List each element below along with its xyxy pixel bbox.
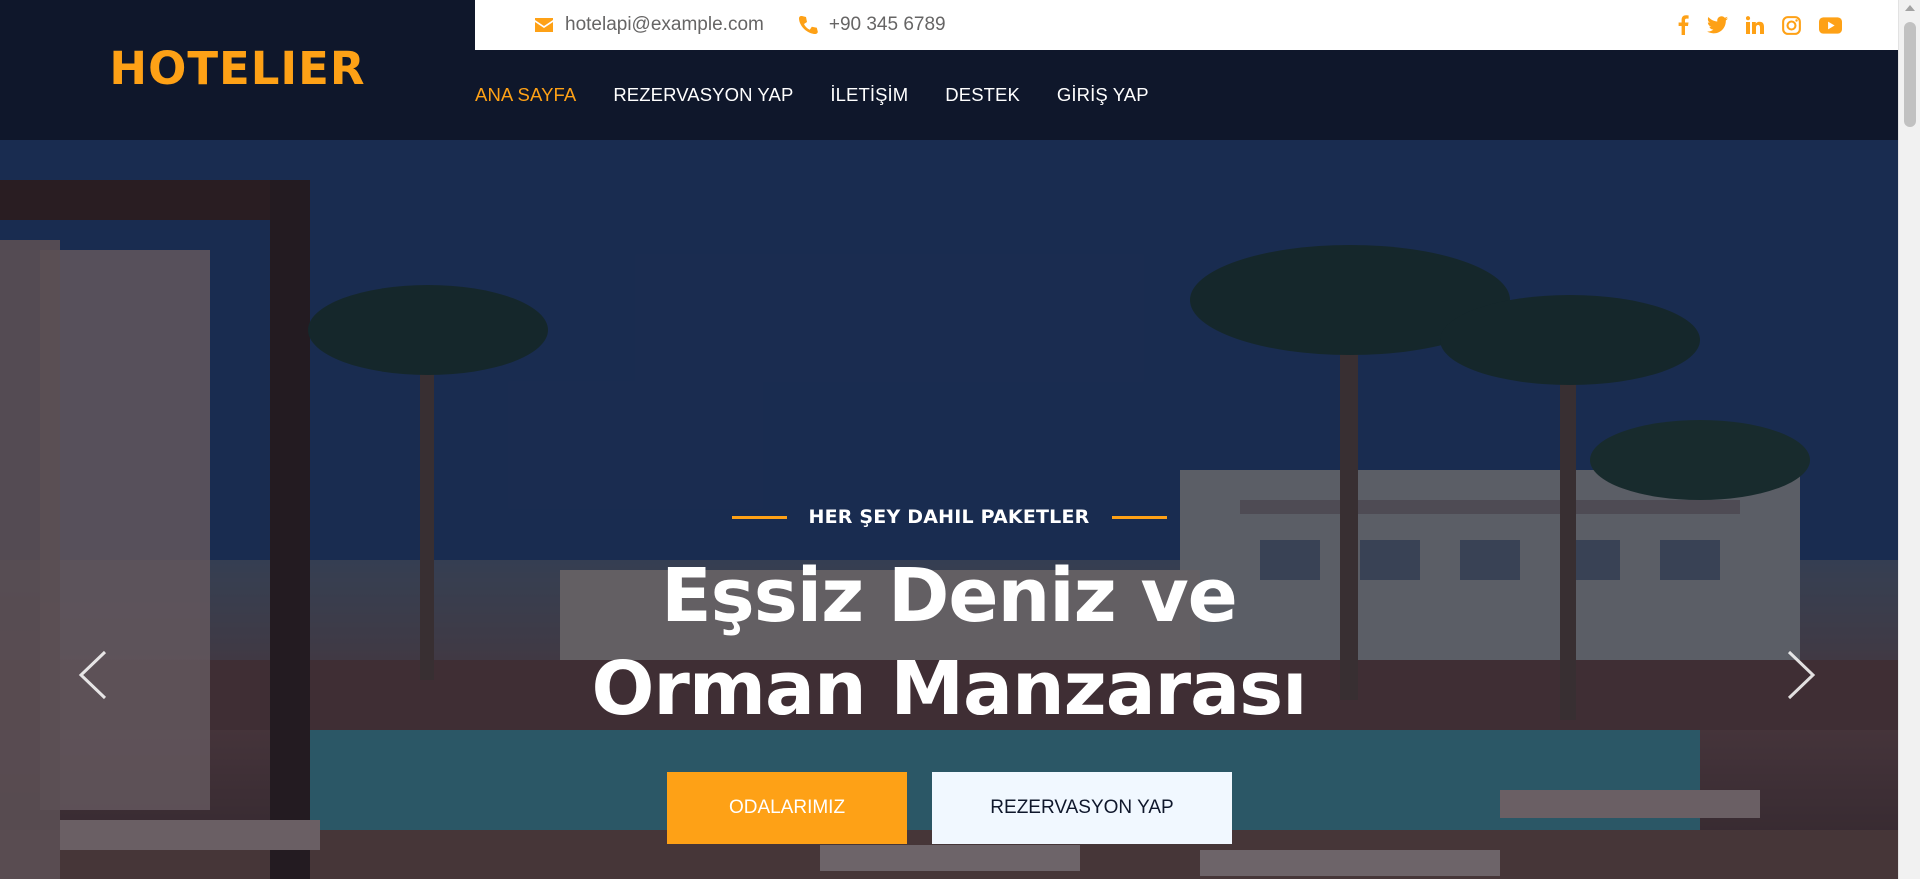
nav-item-home[interactable]: ANA SAYFA: [475, 84, 576, 106]
envelope-icon: [535, 18, 553, 32]
email-text: hotelapi@example.com: [565, 14, 764, 35]
hero-content: HER ŞEY DAHIL PAKETLER Eşsiz Deniz ve Or…: [0, 140, 1898, 879]
hero-title-line-2: Orman Manzarası: [591, 646, 1308, 732]
carousel-next-button[interactable]: [1786, 650, 1816, 705]
hero-title: Eşsiz Deniz ve Orman Manzarası: [0, 550, 1898, 736]
linkedin-icon[interactable]: [1746, 16, 1764, 34]
facebook-icon[interactable]: [1678, 15, 1689, 35]
phone-icon: [798, 16, 818, 34]
page-scrollbar[interactable]: [1898, 0, 1920, 879]
site-header: HOTELIER hotelapi@example.com +90 345 67…: [0, 0, 1898, 140]
main-nav: ANA SAYFA REZERVASYON YAP İLETİŞİM DESTE…: [475, 50, 1186, 140]
hero-title-line-1: Eşsiz Deniz ve: [661, 553, 1238, 639]
nav-item-login[interactable]: GİRİŞ YAP: [1057, 84, 1149, 106]
chevron-right-icon: [1787, 650, 1816, 700]
social-links: [1660, 0, 1842, 50]
nav-item-support[interactable]: DESTEK: [945, 84, 1020, 106]
brand[interactable]: HOTELIER: [0, 0, 475, 140]
subtitle-right-line: [1111, 515, 1167, 519]
brand-logo-text[interactable]: HOTELIER: [109, 42, 365, 95]
book-now-button[interactable]: REZERVASYON YAP: [932, 772, 1232, 844]
scroll-thumb[interactable]: [1904, 22, 1916, 127]
carousel-prev-button[interactable]: [78, 650, 108, 705]
subtitle-left-line: [731, 515, 787, 519]
contact-phone: +90 345 6789: [798, 14, 946, 36]
page: HOTELIER hotelapi@example.com +90 345 67…: [0, 0, 1920, 879]
phone-text: +90 345 6789: [828, 14, 946, 35]
nav-item-contact[interactable]: İLETİŞİM: [830, 84, 908, 106]
hero-subtitle-wrap: HER ŞEY DAHIL PAKETLER: [0, 506, 1898, 528]
our-rooms-button[interactable]: ODALARIMIZ: [667, 772, 907, 844]
youtube-icon[interactable]: [1819, 16, 1842, 34]
chevron-left-icon: [78, 650, 107, 700]
hero-carousel: HER ŞEY DAHIL PAKETLER Eşsiz Deniz ve Or…: [0, 140, 1898, 879]
instagram-icon[interactable]: [1782, 15, 1801, 35]
top-bar: hotelapi@example.com +90 345 6789: [475, 0, 1898, 50]
nav-item-reservation[interactable]: REZERVASYON YAP: [613, 84, 793, 106]
scroll-up-arrow-icon[interactable]: [1905, 5, 1915, 11]
twitter-icon[interactable]: [1707, 16, 1728, 34]
contact-email: hotelapi@example.com: [534, 14, 764, 36]
hero-subtitle: HER ŞEY DAHIL PAKETLER: [808, 506, 1090, 528]
